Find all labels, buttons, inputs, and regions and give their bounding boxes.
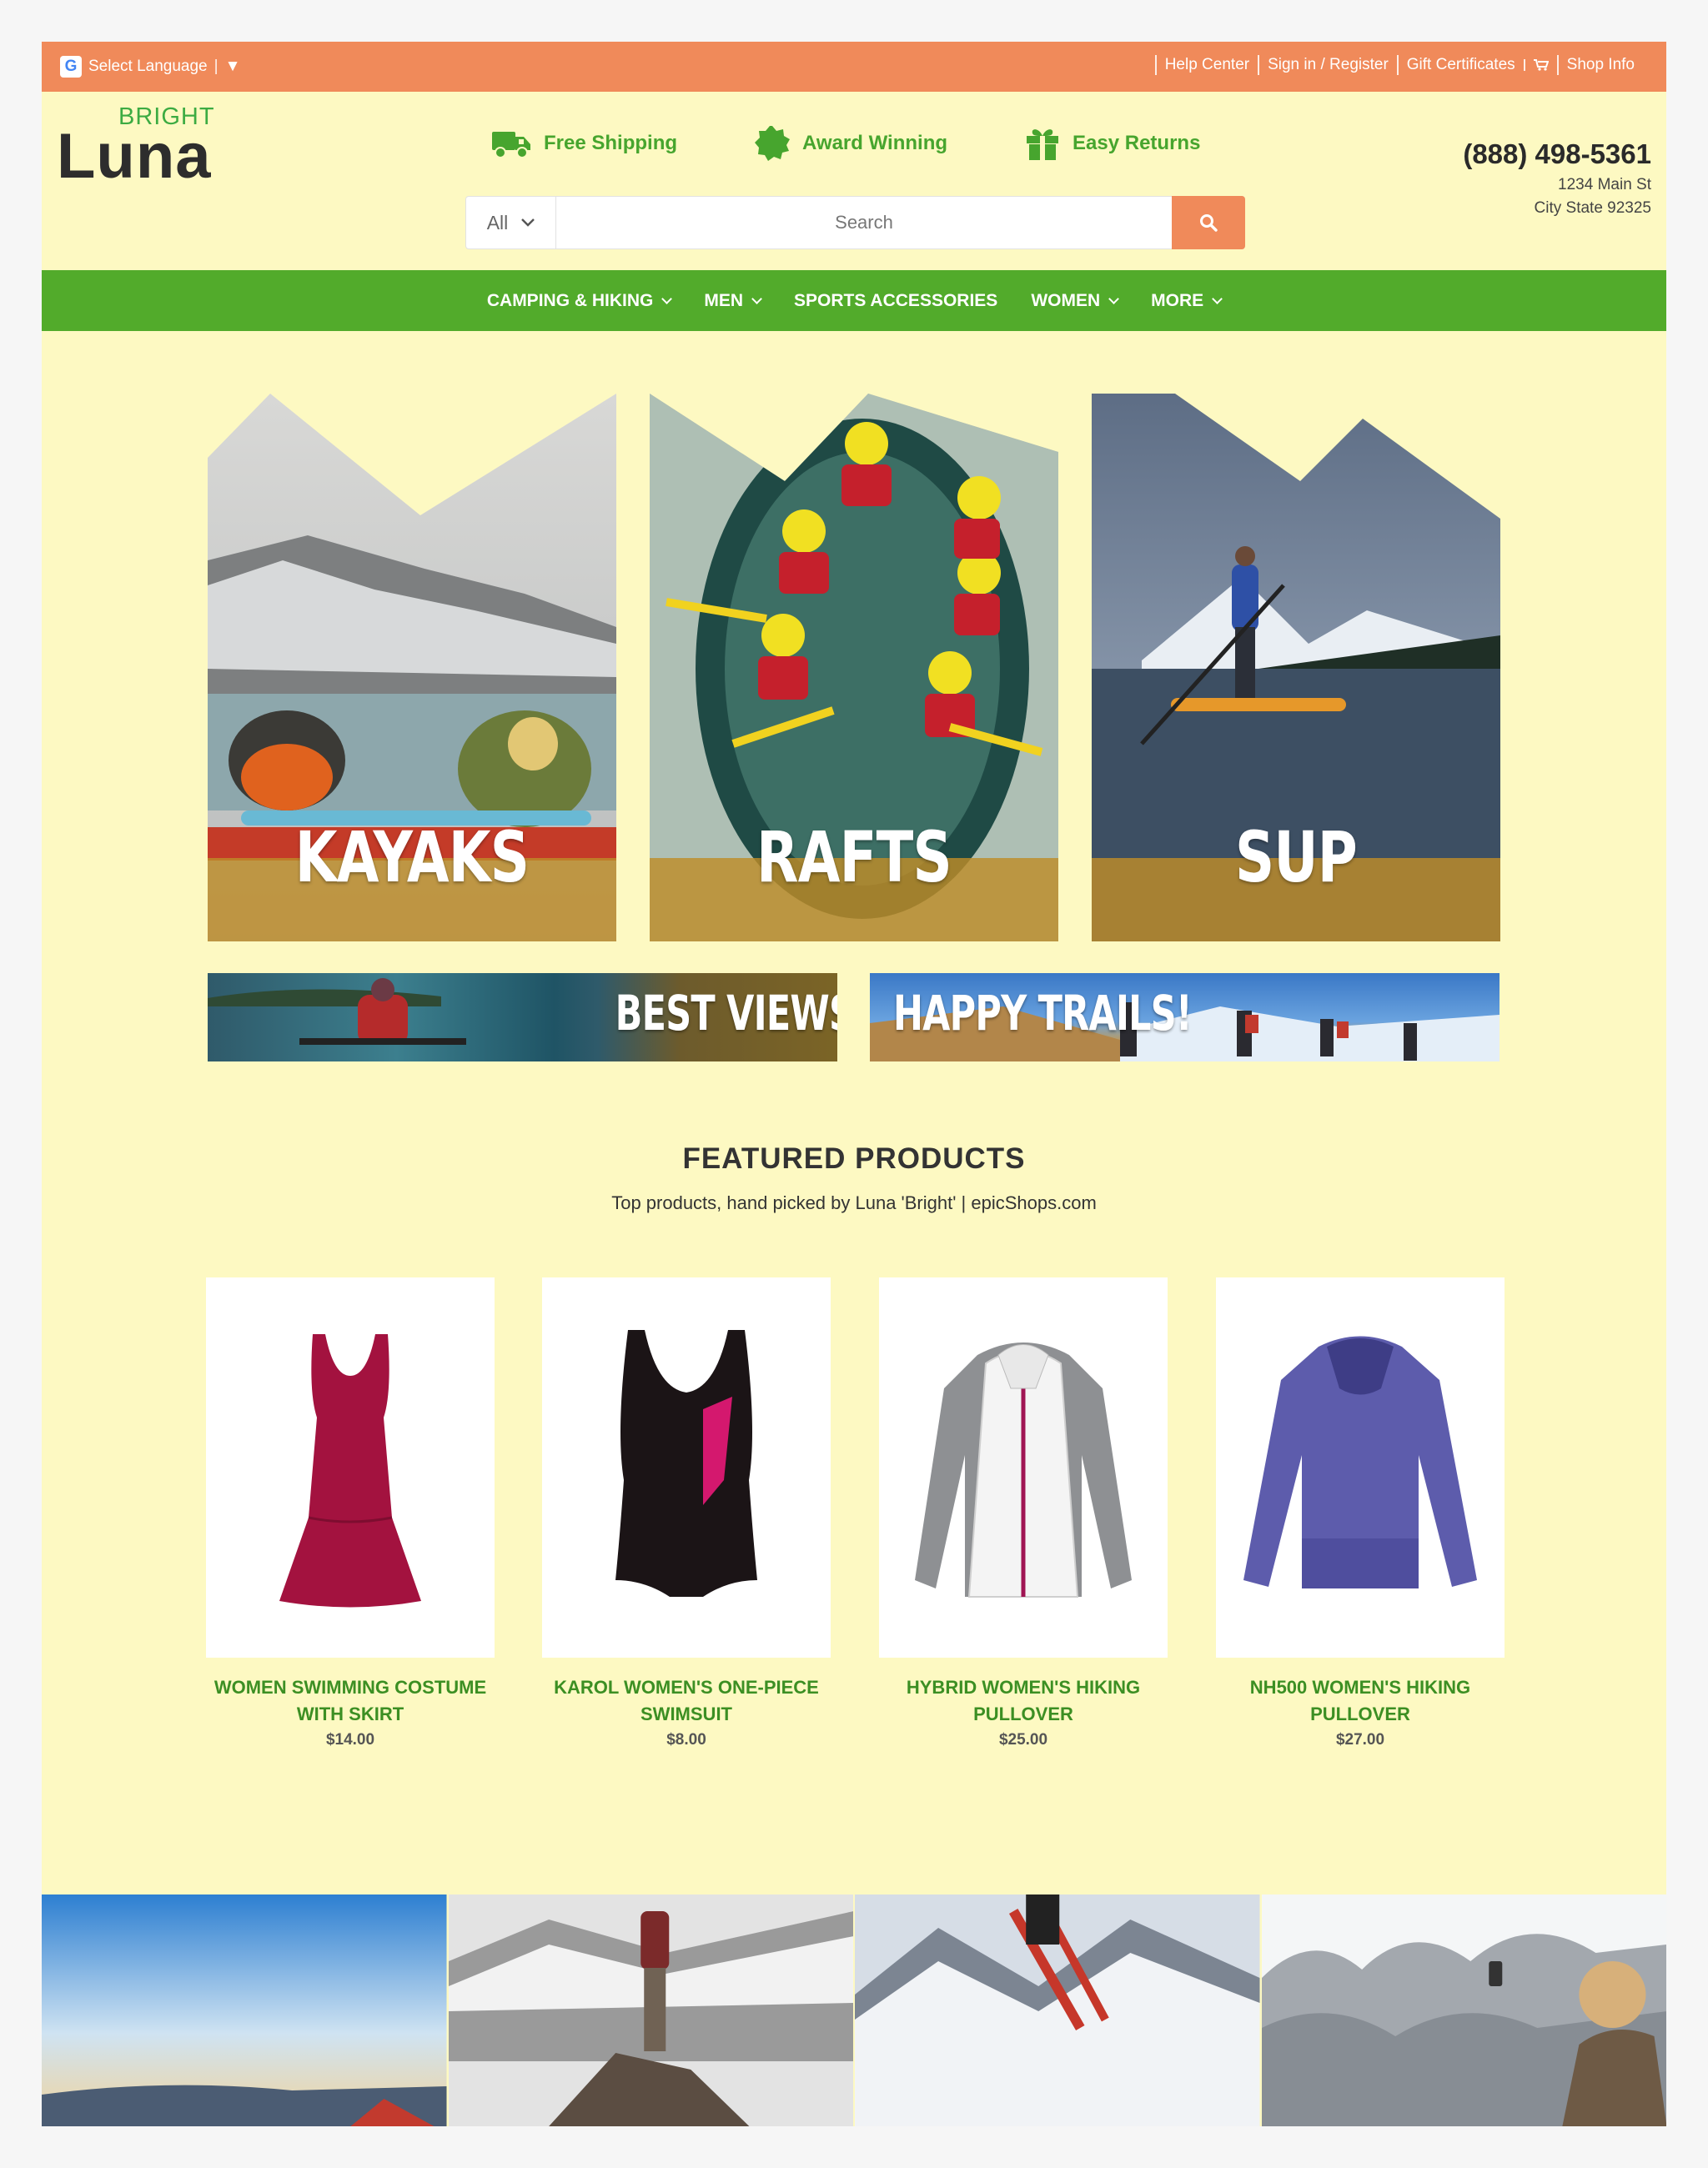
gallery-photo-hiker[interactable] [448,1894,853,2126]
product-card[interactable]: WOMEN SWIMMING COSTUME WITH SKIRT $14.00 [206,1277,495,1749]
contact-block: (888) 498-5361 1234 Main St City State 9… [1463,138,1651,220]
nav-sports-accessories[interactable]: SPORTS ACCESSORIES [777,291,1014,311]
chevron-down-icon [1108,293,1120,304]
search-category-value: All [486,211,509,233]
featured-title: FEATURED PRODUCTS [682,1142,1026,1175]
category-tile-sup[interactable]: SUP [1092,394,1500,941]
banner-label: BEST VIEWS [615,985,837,1041]
gift-icon [1027,129,1059,160]
utility-links: Help Center Sign in / Register Gift Cert… [1154,55,1643,75]
cart-icon [1533,59,1549,71]
perk-free-shipping: Free Shipping [490,125,677,162]
shop-info-link[interactable]: Shop Info [1556,55,1643,75]
truck-icon [492,132,530,158]
featured-subtitle: Top products, hand picked by Luna 'Brigh… [611,1192,1097,1213]
address-line-1: 1234 Main St [1558,176,1651,193]
google-icon: G [60,56,82,78]
search-button[interactable] [1172,196,1245,249]
sign-in-link[interactable]: Sign in / Register [1258,55,1397,75]
nav-label: MEN [704,290,744,310]
nav-label: WOMEN [1031,290,1101,310]
perk-award-winning: Award Winning [754,125,947,162]
category-label: KAYAKS [294,816,530,898]
selfie-photo [1261,1894,1666,2126]
search-category-select[interactable]: All [466,197,556,248]
product-image[interactable] [206,1277,495,1658]
language-arrow: ▼ [224,58,241,75]
category-tile-kayaks[interactable]: KAYAKS [208,394,616,941]
chevron-down-icon [661,293,673,304]
hybrid-jacket-image [915,1342,1132,1598]
address-line-2: City State 92325 [1534,199,1651,217]
gallery-photo-selfie[interactable] [1261,1894,1666,2126]
category-label: RAFTS [756,816,952,898]
product-name[interactable]: HYBRID WOMEN'S HIKING PULLOVER [879,1674,1168,1728]
nav-men[interactable]: MEN [687,291,777,311]
nav-label: CAMPING & HIKING [486,290,654,310]
sky-photo [42,1894,447,2126]
page-frame: G Select Language | ▼ Help Center Sign i… [42,42,1666,2126]
hiker-photo [448,1894,853,2126]
logo-luna: Luna [57,121,212,192]
product-image[interactable] [1216,1277,1505,1658]
phone-number[interactable]: (888) 498-5361 [1463,138,1651,170]
gallery-photo-skier[interactable] [855,1894,1260,2126]
perk-label: Free Shipping [544,132,678,154]
product-name[interactable]: WOMEN SWIMMING COSTUME WITH SKIRT [206,1674,495,1728]
top-utility-bar: G Select Language | ▼ Help Center Sign i… [42,42,1666,92]
help-center-link[interactable]: Help Center [1154,55,1258,75]
chevron-down-icon [1212,293,1223,304]
photo-gallery [42,1894,1666,2126]
nav-label: MORE [1151,290,1204,310]
language-selector[interactable]: G Select Language | ▼ [60,56,240,78]
main-nav: CAMPING & HIKING MEN SPORTS ACCESSORIES … [42,270,1666,331]
language-label: Select Language [88,58,208,75]
product-image[interactable] [542,1277,831,1658]
chevron-down-icon [751,293,762,304]
perk-label: Easy Returns [1073,132,1201,154]
product-image[interactable] [879,1277,1168,1658]
category-label: SUP [1234,816,1358,898]
cart-link[interactable] [1523,59,1557,71]
gift-certificates-link[interactable]: Gift Certificates [1396,55,1524,75]
nav-label: SPORTS ACCESSORIES [794,290,998,310]
perks-row: Free Shipping Award Winning Easy Returns [490,125,1277,162]
search-icon [1200,214,1218,232]
banner-happy-trails[interactable]: HAPPY TRAILS! [870,973,1500,1061]
product-price: $14.00 [325,1731,375,1749]
search-bar: All [465,196,1245,249]
category-tile-rafts[interactable]: RAFTS [650,394,1058,941]
divider: | [214,58,219,75]
product-price: $25.00 [998,1731,1048,1749]
product-name[interactable]: KAROL WOMEN'S ONE-PIECE SWIMSUIT [542,1674,831,1728]
banner-label: HAPPY TRAILS! [893,985,1193,1041]
product-price: $8.00 [666,1731,706,1749]
product-card[interactable]: NH500 WOMEN'S HIKING PULLOVER $27.00 [1216,1277,1505,1749]
product-card[interactable]: HYBRID WOMEN'S HIKING PULLOVER $25.00 [879,1277,1168,1749]
award-badge-icon [755,126,791,161]
swim-dress-image [279,1334,421,1608]
search-input[interactable] [556,197,1172,248]
nav-women[interactable]: WOMEN [1014,291,1134,311]
swimsuit-image [615,1330,757,1597]
perk-easy-returns: Easy Returns [1024,125,1200,162]
banner-best-views[interactable]: BEST VIEWS [208,973,837,1061]
chevron-down-icon [521,218,535,227]
product-price: $27.00 [1335,1731,1385,1749]
nav-more[interactable]: MORE [1134,291,1238,311]
hiking-pullover-image [1243,1336,1477,1588]
product-card[interactable]: KAROL WOMEN'S ONE-PIECE SWIMSUIT $8.00 [542,1277,831,1749]
skier-photo [855,1894,1260,2126]
nav-camping-hiking[interactable]: CAMPING & HIKING [470,291,688,311]
gallery-photo-sky[interactable] [42,1894,447,2126]
product-name[interactable]: NH500 WOMEN'S HIKING PULLOVER [1216,1674,1505,1728]
perk-label: Award Winning [802,132,948,154]
brand-logo[interactable]: BRIGHT Luna [57,102,224,193]
